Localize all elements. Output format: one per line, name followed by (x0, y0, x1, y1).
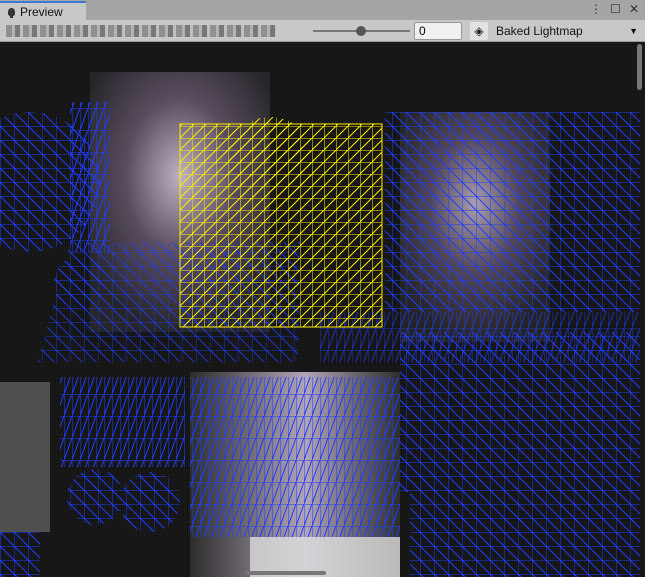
tab-preview[interactable]: Preview (0, 1, 86, 20)
lightbulb-icon (8, 7, 15, 18)
chevron-down-icon: ▼ (629, 26, 638, 36)
lightmap-mode-dropdown[interactable]: Baked Lightmap ▼ (492, 22, 642, 40)
exposure-input[interactable]: 0 (414, 22, 462, 40)
tab-bar: Preview ⋮ ☐ ✕ (0, 0, 645, 20)
tab-label: Preview (20, 4, 63, 19)
layers-icon[interactable]: ◈ (470, 22, 488, 40)
uv-wireframe (0, 42, 645, 577)
dropdown-value: Baked Lightmap (496, 24, 583, 38)
maximize-icon[interactable]: ☐ (610, 2, 621, 16)
exposure-slider-thumb[interactable] (356, 26, 366, 36)
vertical-scrollbar[interactable] (637, 44, 642, 90)
close-icon[interactable]: ✕ (629, 2, 639, 16)
lightmap-preview-viewport[interactable] (0, 42, 645, 577)
toolbar: 0 ◈ Baked Lightmap ▼ (0, 20, 645, 42)
obscured-object-name (6, 25, 276, 37)
selected-uv-island (179, 117, 383, 328)
horizontal-scrollbar[interactable] (246, 571, 326, 575)
kebab-menu-icon[interactable]: ⋮ (590, 2, 602, 16)
